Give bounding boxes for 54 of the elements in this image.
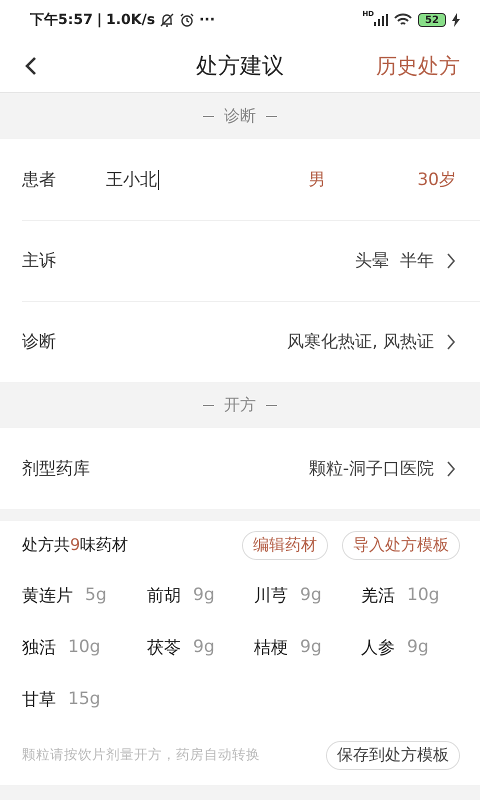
clock-time: 下午5:57 xyxy=(30,11,93,29)
more-notifications: ··· xyxy=(199,12,216,28)
herb-dose: 9g xyxy=(300,585,322,605)
wifi-icon xyxy=(394,13,412,27)
history-button[interactable]: 历史处方 xyxy=(376,52,460,80)
herb-name: 黄连片 xyxy=(22,584,73,606)
herb-name: 人参 xyxy=(361,636,395,658)
herb-name: 独活 xyxy=(22,636,56,658)
field-label: 患者 xyxy=(22,169,57,191)
form-row[interactable]: 剂型药库 颗粒-洞子口医院 xyxy=(0,428,480,509)
pill-button[interactable]: 导入处方模板 xyxy=(342,530,460,560)
herb-count-text: 处方共9味药材 xyxy=(22,534,130,556)
name-field[interactable]: 王小北 xyxy=(106,168,159,191)
gender-value: 男 xyxy=(308,169,326,191)
field-label: 诊断 xyxy=(22,331,57,353)
field-value: 头晕 半年 xyxy=(355,250,434,272)
herb-name: 前胡 xyxy=(147,584,181,606)
herb-name: 羌活 xyxy=(361,584,395,606)
herb-name: 甘草 xyxy=(22,688,56,710)
herb-dose: 5g xyxy=(85,585,107,605)
herb-dose: 15g xyxy=(68,689,100,709)
age-value: 30岁 xyxy=(417,169,456,191)
field-value: 颗粒-洞子口医院 xyxy=(308,458,434,480)
separator: | xyxy=(96,12,102,28)
battery-level: 52 xyxy=(418,13,446,27)
field-label: 剂型药库 xyxy=(22,458,91,480)
charging-bolt-icon xyxy=(452,13,460,27)
section-title: 诊断 xyxy=(224,106,256,126)
signal-icon xyxy=(374,14,388,26)
pill-button[interactable]: 编辑药材 xyxy=(242,530,328,560)
network-speed: 1.0K/s xyxy=(106,12,156,28)
herb-dose: 10g xyxy=(407,585,440,605)
field-value: 风寒化热证, 风热证 xyxy=(287,331,434,353)
herb-dose: 9g xyxy=(300,637,322,657)
herb-name: 川芎 xyxy=(254,584,288,606)
page-title: 处方建议 xyxy=(196,53,284,81)
hint-text: 颗粒请按饮片剂量开方，药房自动转换 xyxy=(22,746,261,764)
form-row[interactable]: 诊断 风寒化热证, 风热证 xyxy=(0,301,480,382)
herb-dose: 9g xyxy=(193,637,215,657)
chevron-icon xyxy=(446,460,456,478)
herb-dose: 9g xyxy=(193,585,215,605)
back-button[interactable] xyxy=(24,55,38,77)
alarm-clock-icon xyxy=(179,12,196,28)
herb-dose: 9g xyxy=(407,637,429,657)
chevron-icon xyxy=(446,332,456,350)
chevron-icon xyxy=(446,252,456,270)
herb-dose: 10g xyxy=(68,637,100,657)
form-row[interactable]: 主诉 头晕 半年 xyxy=(0,220,480,301)
section-title: 开方 xyxy=(224,394,256,416)
field-label: 主诉 xyxy=(22,250,57,272)
muted-bell-icon xyxy=(159,12,176,28)
herb-name: 桔梗 xyxy=(254,636,288,658)
save-template-button[interactable]: 保存到处方模板 xyxy=(326,740,460,770)
herb-name: 茯苓 xyxy=(147,636,181,658)
